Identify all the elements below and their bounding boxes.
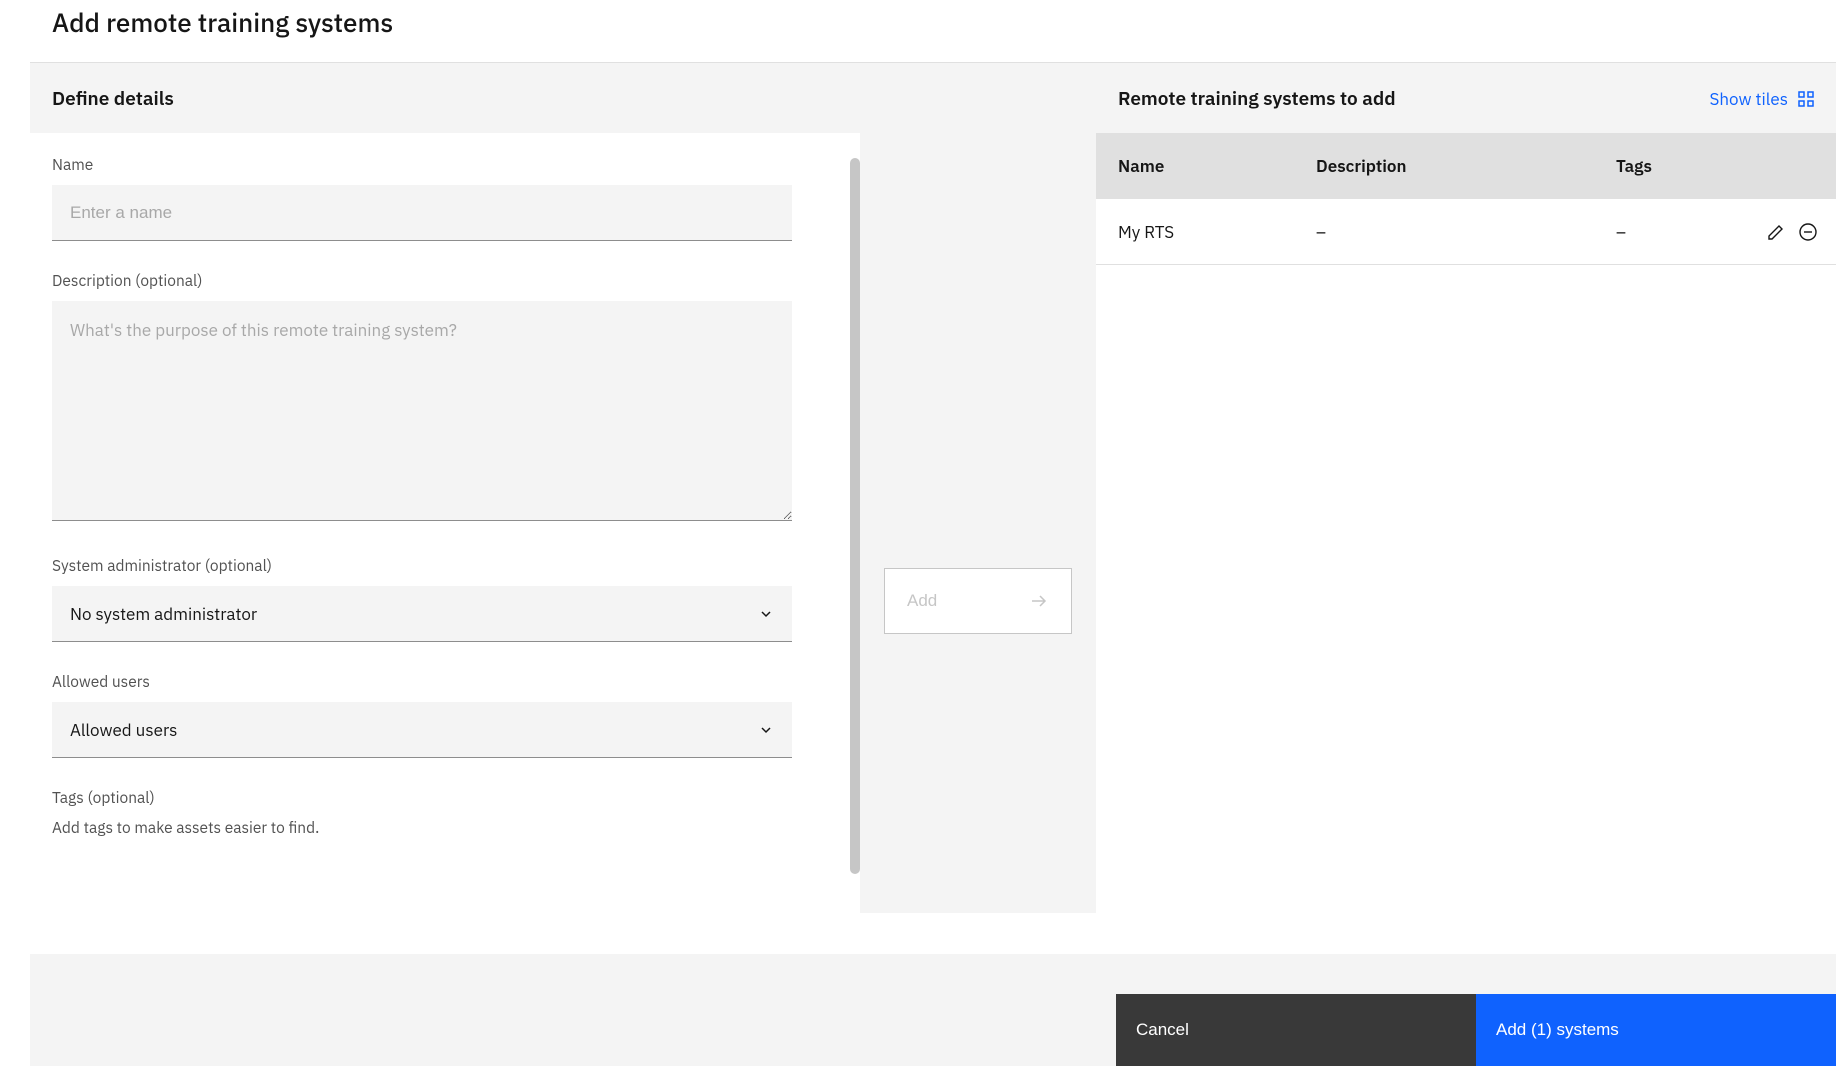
tags-helper: Add tags to make assets easier to find. bbox=[52, 818, 838, 838]
edit-icon[interactable] bbox=[1766, 222, 1786, 242]
name-input[interactable] bbox=[52, 185, 792, 241]
name-label: Name bbox=[52, 155, 838, 175]
remove-icon[interactable] bbox=[1798, 222, 1818, 242]
systems-to-add-panel: Remote training systems to add Show tile… bbox=[1096, 63, 1836, 913]
chevron-down-icon bbox=[758, 722, 774, 738]
show-tiles-link[interactable]: Show tiles bbox=[1710, 88, 1815, 110]
description-textarea[interactable] bbox=[52, 301, 792, 521]
scrollbar-thumb[interactable] bbox=[850, 158, 860, 874]
row-desc: – bbox=[1316, 221, 1616, 243]
sysadmin-selected: No system administrator bbox=[70, 603, 257, 625]
col-desc-header: Description bbox=[1316, 155, 1616, 177]
col-name-header: Name bbox=[1096, 155, 1316, 177]
cancel-button[interactable]: Cancel bbox=[1116, 994, 1476, 1066]
table-header: Name Description Tags bbox=[1096, 133, 1836, 199]
allowed-users-selected: Allowed users bbox=[70, 719, 177, 741]
table-row: My RTS – – bbox=[1096, 199, 1836, 265]
sysadmin-label: System administrator (optional) bbox=[52, 556, 838, 576]
description-label: Description (optional) bbox=[52, 271, 838, 291]
tiles-icon bbox=[1798, 91, 1814, 107]
define-details-panel: Define details Name Description (optiona… bbox=[30, 63, 860, 913]
show-tiles-label: Show tiles bbox=[1710, 88, 1789, 110]
row-name: My RTS bbox=[1096, 221, 1316, 243]
tags-label: Tags (optional) bbox=[52, 788, 838, 808]
footer: Cancel Add (1) systems bbox=[30, 954, 1836, 1066]
page-title: Add remote training systems bbox=[30, 6, 1836, 40]
add-button-label: Add bbox=[907, 591, 937, 611]
add-button[interactable]: Add bbox=[884, 568, 1072, 634]
add-column: Add bbox=[860, 63, 1096, 913]
allowed-users-dropdown[interactable]: Allowed users bbox=[52, 702, 792, 758]
define-details-header: Define details bbox=[52, 87, 838, 111]
systems-to-add-header: Remote training systems to add bbox=[1118, 87, 1396, 111]
col-tags-header: Tags bbox=[1616, 155, 1766, 177]
sysadmin-dropdown[interactable]: No system administrator bbox=[52, 586, 792, 642]
chevron-down-icon bbox=[758, 606, 774, 622]
add-systems-button[interactable]: Add (1) systems bbox=[1476, 994, 1836, 1066]
arrow-right-icon bbox=[1029, 591, 1049, 611]
row-tags: – bbox=[1616, 221, 1766, 243]
allowed-users-label: Allowed users bbox=[52, 672, 838, 692]
